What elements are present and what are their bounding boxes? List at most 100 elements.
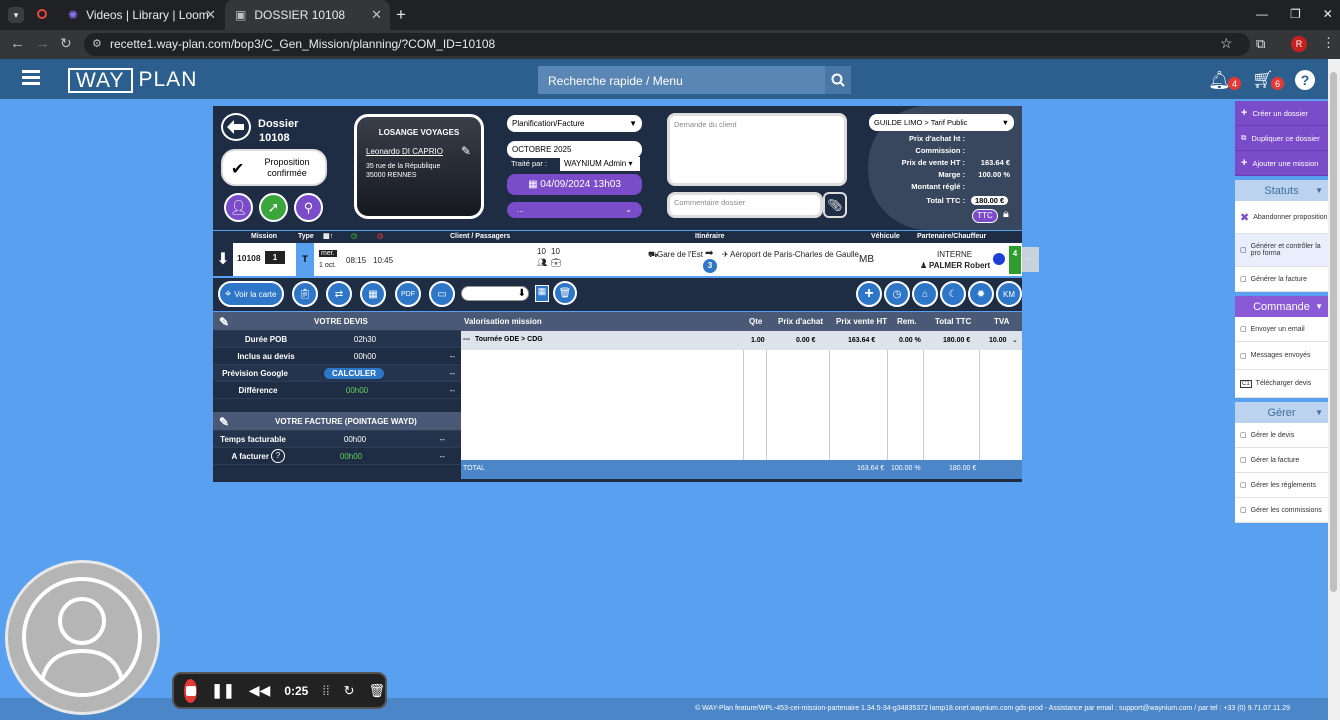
row-more-button[interactable]: ⋯ xyxy=(1022,247,1039,272)
calendar-button[interactable]: ▦ xyxy=(360,281,386,307)
search-input[interactable]: Recherche rapide / Menu xyxy=(538,66,851,94)
reload-icon[interactable]: ↻ xyxy=(60,35,72,52)
home-button[interactable]: ⌂ xyxy=(912,281,938,307)
create-dossier-button[interactable]: + Créer un dossier xyxy=(1235,101,1328,126)
site-settings-icon[interactable]: ⚙ xyxy=(92,37,102,50)
duplicate-dossier-button[interactable]: ⧉ Dupliquer ce dossier xyxy=(1235,126,1328,151)
steps-badge[interactable]: 3 xyxy=(703,259,717,273)
calculer-button[interactable]: CALCULER xyxy=(324,367,384,379)
sent-messages-item[interactable]: ▢ Messages envoyés xyxy=(1235,342,1328,370)
demande-client-textarea[interactable]: Demande du client xyxy=(667,113,847,186)
map-button[interactable]: ⌖ Voir la carte xyxy=(218,281,284,307)
bookmark-star-icon[interactable]: ☆ xyxy=(1220,35,1233,52)
pause-button[interactable]: ❚❚ xyxy=(211,682,234,699)
help-icon[interactable]: ? xyxy=(1295,70,1315,90)
clipboard-button[interactable]: 📋︎ xyxy=(292,281,318,307)
minimize-icon[interactable]: — xyxy=(1256,7,1268,21)
tarif-select[interactable]: GUILDE LIMO > Tarif Public ▼ xyxy=(869,114,1014,131)
action-select[interactable]: ⬇ xyxy=(461,286,529,301)
add-button[interactable]: + xyxy=(856,281,882,307)
valo-row-tva[interactable]: 10.00 xyxy=(989,337,1007,344)
mission-badge[interactable]: 4 xyxy=(1009,246,1021,274)
edit-pencil-icon[interactable]: ✎ xyxy=(461,144,471,158)
client-button[interactable]: 👤︎ xyxy=(224,193,253,222)
ttc-toggle-button[interactable]: TTC xyxy=(972,209,998,223)
attachment-icon[interactable]: 📎︎ xyxy=(823,192,847,218)
back-arrow-button[interactable] xyxy=(221,113,251,141)
date-button[interactable]: ▦ 04/09/2024 13h03 xyxy=(507,174,642,195)
client-contact-link[interactable]: Leonardo DI CAPRIO xyxy=(366,147,443,156)
page-icon: ▣ xyxy=(235,8,247,22)
manage-devis-item[interactable]: ▢ Gérer le devis xyxy=(1235,423,1328,448)
manage-payments-item[interactable]: ▢ Gérer les règlements xyxy=(1235,473,1328,498)
close-icon[interactable]: ✕ xyxy=(371,7,382,23)
select-button[interactable]: ➚ xyxy=(259,193,288,222)
col-divider xyxy=(743,350,744,460)
commande-header[interactable]: Commande ▼ xyxy=(1235,296,1328,317)
generate-invoice-item[interactable]: ▢ Générer la facture xyxy=(1235,267,1328,292)
km-button[interactable]: KM xyxy=(996,281,1022,307)
wayplan-logo[interactable]: WAY PLAN xyxy=(68,67,197,93)
stop-recording-button[interactable] xyxy=(184,678,198,703)
trash-icon[interactable]: 🗑︎ xyxy=(368,683,385,699)
expand-arrow-icon[interactable]: ⬇ xyxy=(213,243,233,276)
browser-menu-icon[interactable]: ⋮ xyxy=(1322,35,1335,51)
hamburger-menu-icon[interactable] xyxy=(22,70,40,73)
lock-icon[interactable]: 🔒︎ xyxy=(1003,208,1009,221)
traite-par-select[interactable]: WAYNIUM Admin ▾ xyxy=(560,157,640,171)
swap-button[interactable]: ⇄ xyxy=(326,281,352,307)
add-mission-button[interactable]: + Ajouter une mission xyxy=(1235,151,1328,176)
tab-list-icon[interactable]: ▾ xyxy=(8,7,24,23)
restart-icon[interactable]: ↻ xyxy=(344,683,355,699)
close-window-icon[interactable]: ✕ xyxy=(1323,7,1333,21)
mission-date: 1 oct. xyxy=(319,262,337,269)
restore-icon[interactable]: ❐ xyxy=(1290,7,1301,21)
calc-button[interactable]: ▦ xyxy=(535,285,549,302)
gerer-header[interactable]: Gérer ▼ xyxy=(1235,402,1328,423)
download-devis-item[interactable]: C1 Télécharger devis xyxy=(1235,370,1328,398)
day-button[interactable]: ✹ xyxy=(968,281,994,307)
camera-bubble[interactable] xyxy=(5,560,160,715)
col-sort-icon[interactable]: ▦↑ xyxy=(323,232,333,240)
commentaire-textarea[interactable]: Commentaire dossier xyxy=(667,192,823,218)
abandon-proposition-item[interactable]: ✖ Abandonner proposition xyxy=(1235,201,1328,234)
caret-down-icon: ▼ xyxy=(1315,408,1323,417)
valo-row[interactable]: --- Tournée GDE > CDG 1.00 0.00 € 163.64… xyxy=(461,331,1022,350)
loom-favicon-icon xyxy=(37,9,47,19)
cart-icon[interactable]: 🛒︎ xyxy=(1252,70,1274,90)
help-icon[interactable]: ? xyxy=(271,449,285,463)
tab-loom[interactable]: ✺ Videos | Library | Loom ✕ xyxy=(58,0,224,30)
night-button[interactable]: ☾ xyxy=(940,281,966,307)
search-button[interactable] xyxy=(825,66,851,94)
mission-row[interactable]: ⬇ 10108 1 T mer. 1 oct. 08:15 10:45 10 1… xyxy=(213,243,1022,276)
type-select[interactable]: Planification/Facture ▼ xyxy=(507,115,642,132)
search-client-button[interactable]: ⚲ xyxy=(294,193,323,222)
month-field[interactable]: OCTOBRE 2025 xyxy=(507,141,642,158)
proforma-item[interactable]: ▢ Générer et contrôler la pro forma xyxy=(1235,234,1328,267)
new-tab-button[interactable]: + xyxy=(396,5,406,25)
tab-dossier[interactable]: ▣ DOSSIER 10108 ✕ xyxy=(225,0,390,30)
extra-select[interactable]: ... ⌄ xyxy=(507,202,642,218)
back-icon[interactable]: ← xyxy=(10,35,25,52)
scrollbar-thumb[interactable] xyxy=(1330,72,1337,592)
card-button[interactable]: ▭ xyxy=(429,281,455,307)
timer-button[interactable]: ◷ xyxy=(884,281,910,307)
grid-icon[interactable]: ⁞⁞ xyxy=(322,683,329,698)
chevron-down-icon[interactable]: ⌄ xyxy=(1012,336,1018,344)
pdf-button[interactable]: PDF xyxy=(395,281,421,307)
manage-invoice-item[interactable]: ▢ Gérer la facture xyxy=(1235,448,1328,473)
status-button[interactable]: ✔ Proposition confirmée xyxy=(221,149,327,186)
pencil-icon[interactable]: ✎ xyxy=(219,415,229,429)
caret-down-icon: ▼ xyxy=(1315,186,1323,195)
profile-avatar[interactable]: R xyxy=(1291,36,1307,52)
manage-commissions-item[interactable]: ▢ Gérer les commissions xyxy=(1235,498,1328,523)
pencil-icon[interactable]: ✎ xyxy=(219,315,229,329)
url-input[interactable]: ⚙ recette1.way-plan.com/bop3/C_Gen_Missi… xyxy=(84,33,1250,56)
extensions-icon[interactable]: ⧉ xyxy=(1256,36,1265,52)
rewind-button[interactable]: ◀◀ xyxy=(249,682,271,699)
close-icon[interactable]: ✕ xyxy=(205,7,216,23)
status-dot[interactable] xyxy=(993,253,1005,265)
statuts-header[interactable]: Statuts ▼ xyxy=(1235,180,1328,201)
send-email-item[interactable]: ▢ Envoyer un email xyxy=(1235,317,1328,342)
delete-button[interactable]: 🗑︎ xyxy=(553,281,577,305)
